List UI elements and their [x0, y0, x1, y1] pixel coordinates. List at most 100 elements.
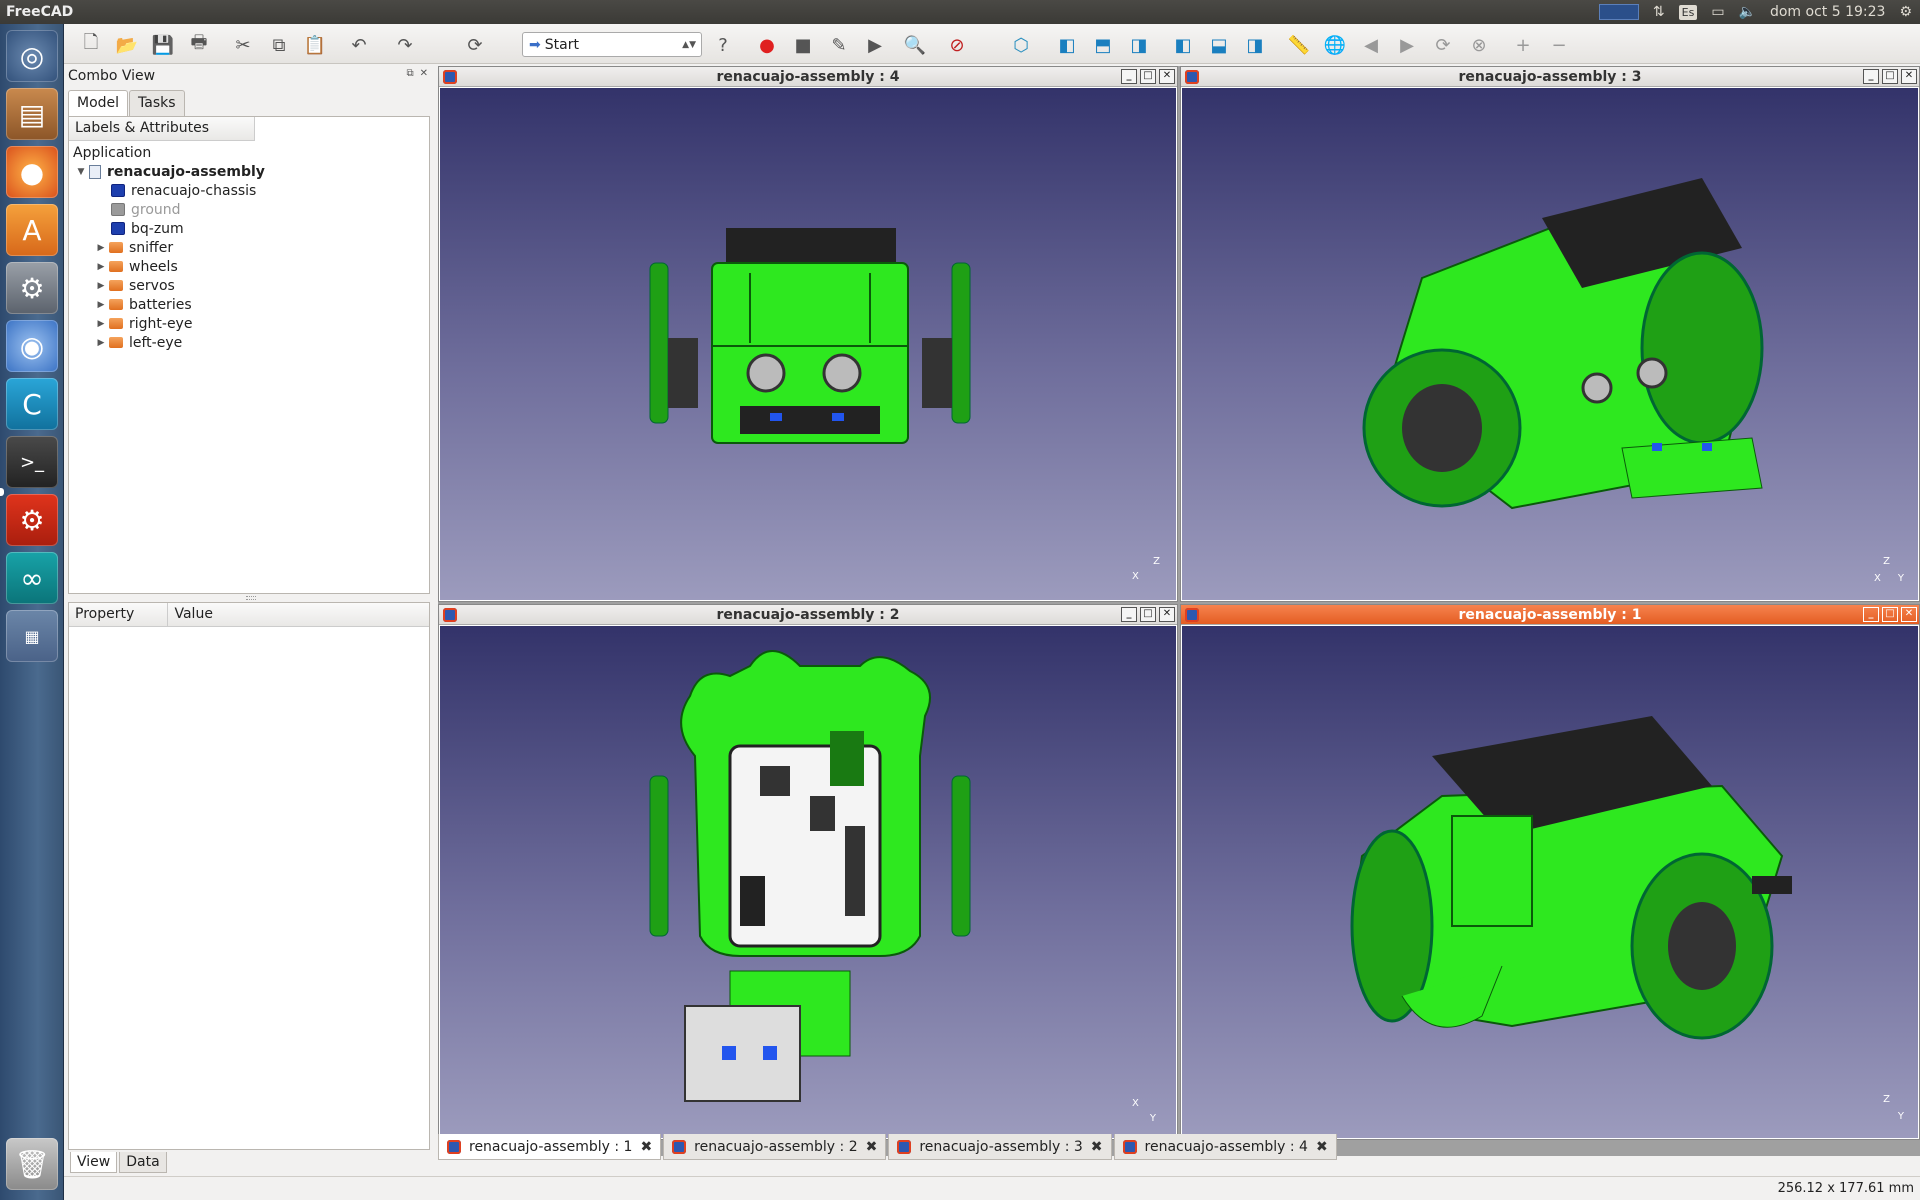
expand-right-icon[interactable]: ▶	[93, 281, 109, 291]
volume-icon[interactable]: 🔈	[1739, 4, 1756, 20]
tree-item[interactable]: ▶ servos	[93, 276, 175, 295]
keyboard-layout-indicator[interactable]: Es	[1678, 4, 1698, 20]
tree-item[interactable]: ▶ sniffer	[93, 238, 174, 257]
view-title-bar[interactable]: renacuajo-assembly : 3 _ □ ✕	[1181, 67, 1919, 87]
settings-gear-icon[interactable]: ⚙	[1899, 4, 1912, 20]
front-view-icon[interactable]: ◧	[1054, 32, 1080, 58]
save-icon[interactable]: 💾	[150, 32, 176, 58]
dash-home-icon[interactable]: ◎	[6, 30, 58, 82]
new-document-icon[interactable]: 🗋	[78, 32, 104, 58]
splitter-handle[interactable]	[246, 596, 256, 600]
battery-icon[interactable]: ▭	[1711, 4, 1724, 20]
reload-icon[interactable]: ⟳	[1430, 32, 1456, 58]
bottom-view-icon[interactable]: ⬓	[1206, 32, 1232, 58]
terminal-icon[interactable]: >_	[6, 436, 58, 488]
expand-right-icon[interactable]: ▶	[93, 338, 109, 348]
3d-viewport[interactable]: ZY	[1182, 626, 1918, 1138]
expand-down-icon[interactable]: ▼	[73, 167, 89, 177]
tree-item[interactable]: ground	[111, 200, 181, 219]
zoom-out-icon[interactable]: −	[1546, 32, 1572, 58]
undo-icon[interactable]: ↶	[346, 32, 372, 58]
expand-right-icon[interactable]: ▶	[93, 300, 109, 310]
doc-tab-1[interactable]: renacuajo-assembly : 1 ✖	[438, 1134, 662, 1160]
view-window-2[interactable]: renacuajo-assembly : 2 _ □ ✕ X Y	[438, 604, 1178, 1140]
tab-model[interactable]: Model	[68, 90, 129, 116]
isometric-view-icon[interactable]: ⬡	[1008, 32, 1034, 58]
tab-data[interactable]: Data	[119, 1152, 167, 1173]
expand-right-icon[interactable]: ▶	[93, 319, 109, 329]
maximize-icon[interactable]: □	[1140, 607, 1156, 622]
stop-macro-icon[interactable]: ■	[790, 32, 816, 58]
tree-item[interactable]: ▶ batteries	[93, 295, 192, 314]
rear-view-icon[interactable]: ◧	[1170, 32, 1196, 58]
refresh-icon[interactable]: ⟳	[462, 32, 488, 58]
3d-viewport[interactable]: ZX	[440, 88, 1176, 600]
tree-item[interactable]: ▶ right-eye	[93, 314, 193, 333]
tab-tasks[interactable]: Tasks	[129, 90, 185, 116]
maximize-icon[interactable]: □	[1882, 69, 1898, 84]
workbench-selector[interactable]: ➡ Start ▲▼	[522, 32, 702, 57]
workspace-switcher-icon[interactable]: ▦	[6, 610, 58, 662]
minimize-icon[interactable]: _	[1121, 607, 1137, 622]
network-graph-icon[interactable]	[1598, 4, 1639, 20]
system-settings-icon[interactable]: ⚙	[6, 262, 58, 314]
redo-icon[interactable]: ↷	[392, 32, 418, 58]
close-icon[interactable]: ✕	[1159, 607, 1175, 622]
minimize-icon[interactable]: _	[1121, 69, 1137, 84]
arduino-icon[interactable]: ∞	[6, 552, 58, 604]
maximize-icon[interactable]: □	[1140, 69, 1156, 84]
tab-view[interactable]: View	[70, 1152, 118, 1173]
maximize-icon[interactable]: □	[1882, 607, 1898, 622]
left-view-icon[interactable]: ◨	[1242, 32, 1268, 58]
trash-icon[interactable]: 🗑	[6, 1138, 58, 1190]
view-title-bar[interactable]: renacuajo-assembly : 2 _ □ ✕	[439, 605, 1177, 625]
tree-item[interactable]: ▶ left-eye	[93, 333, 183, 352]
close-icon[interactable]: ✕	[1901, 69, 1917, 84]
value-column-header[interactable]: Value	[168, 603, 429, 626]
close-icon[interactable]: ✖	[1316, 1139, 1328, 1155]
tree-item[interactable]: bq-zum	[111, 219, 184, 238]
3d-viewport[interactable]: XY	[440, 626, 1176, 1138]
cura-icon[interactable]: C	[6, 378, 58, 430]
doc-tab-2[interactable]: renacuajo-assembly : 2 ✖	[663, 1134, 887, 1160]
close-icon[interactable]: ✕	[1901, 607, 1917, 622]
zoom-in-icon[interactable]: +	[1510, 32, 1536, 58]
run-macro-icon[interactable]: ▶	[862, 32, 888, 58]
view-title-bar-active[interactable]: renacuajo-assembly : 1 _ □ ✕	[1181, 605, 1919, 625]
file-manager-icon[interactable]: ▤	[6, 88, 58, 140]
cut-icon[interactable]: ✂	[230, 32, 256, 58]
firefox-icon[interactable]: ●	[6, 146, 58, 198]
forward-icon[interactable]: ▶	[1394, 32, 1420, 58]
print-icon[interactable]: 🖶	[186, 32, 212, 58]
tree-item[interactable]: ▶ wheels	[93, 257, 178, 276]
chromium-icon[interactable]: ◉	[6, 320, 58, 372]
view-window-4[interactable]: renacuajo-assembly : 4 _ □ ✕ Z X	[438, 66, 1178, 602]
paste-icon[interactable]: 📋	[302, 32, 328, 58]
record-macro-icon[interactable]: ●	[754, 32, 780, 58]
tree-item[interactable]: renacuajo-chassis	[111, 181, 256, 200]
measure-distance-icon[interactable]: 📏	[1286, 32, 1312, 58]
float-icon[interactable]: ⧉	[406, 68, 413, 79]
edit-macro-icon[interactable]: ✎	[826, 32, 852, 58]
close-icon[interactable]: ✖	[640, 1139, 652, 1155]
close-icon[interactable]: ✕	[1159, 69, 1175, 84]
close-icon[interactable]: ✖	[866, 1139, 878, 1155]
tree-document[interactable]: ▼ renacuajo-assembly	[73, 162, 265, 181]
view-window-1[interactable]: renacuajo-assembly : 1 _ □ ✕ ZY	[1180, 604, 1920, 1140]
top-view-icon[interactable]: ⬒	[1090, 32, 1116, 58]
right-view-icon[interactable]: ◨	[1126, 32, 1152, 58]
clock[interactable]: dom oct 5 19:23	[1770, 4, 1885, 20]
minimize-icon[interactable]: _	[1863, 607, 1879, 622]
property-column-header[interactable]: Property	[69, 603, 169, 626]
draw-style-icon[interactable]: ⊘	[944, 32, 970, 58]
doc-tab-4[interactable]: renacuajo-assembly : 4 ✖	[1113, 1134, 1337, 1160]
3d-viewport[interactable]: ZX Y	[1182, 88, 1918, 600]
open-icon[interactable]: 📂	[114, 32, 140, 58]
view-title-bar[interactable]: renacuajo-assembly : 4 _ □ ✕	[439, 67, 1177, 87]
network-arrows-icon[interactable]: ⇅	[1653, 4, 1665, 20]
tree-header[interactable]: Labels & Attributes	[69, 117, 255, 141]
view-window-3[interactable]: renacuajo-assembly : 3 _ □ ✕ ZX Y	[1180, 66, 1920, 602]
software-center-icon[interactable]: A	[6, 204, 58, 256]
expand-right-icon[interactable]: ▶	[93, 262, 109, 272]
copy-icon[interactable]: ⧉	[266, 32, 292, 58]
